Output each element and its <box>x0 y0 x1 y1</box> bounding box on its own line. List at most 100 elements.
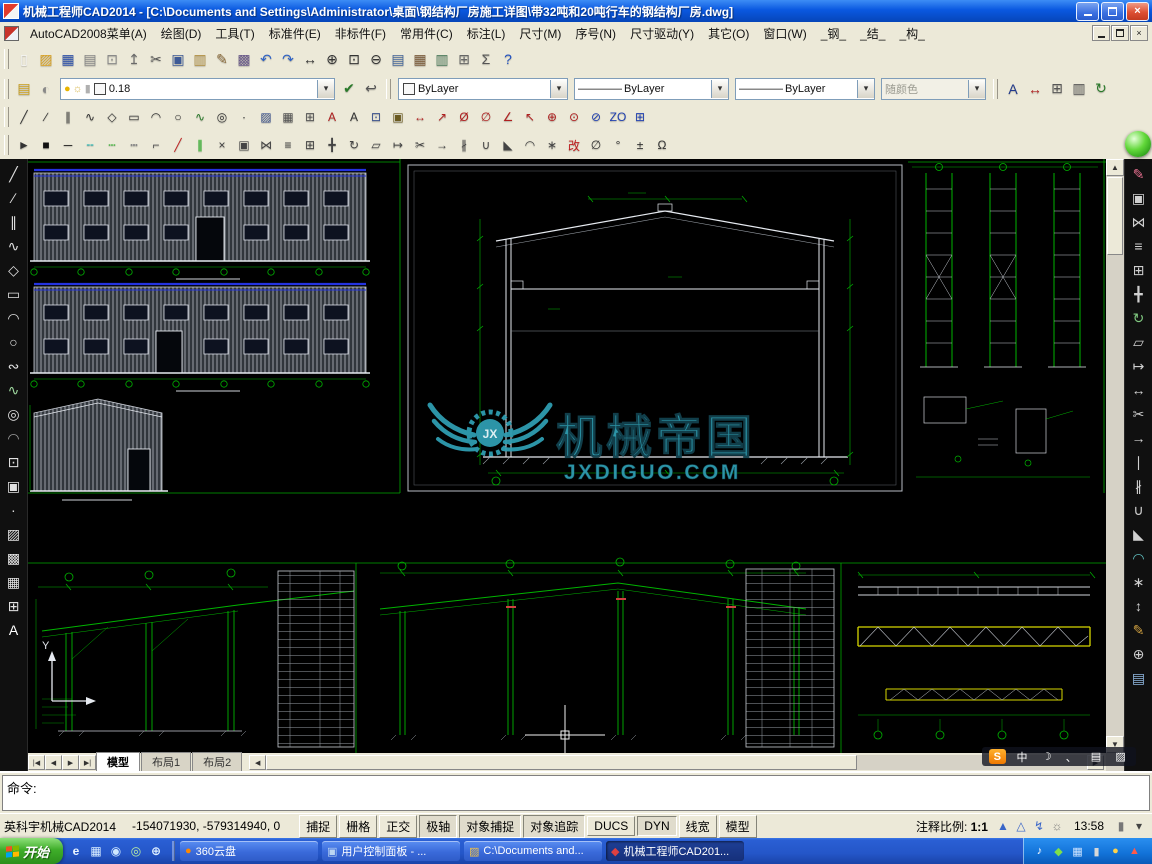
osnap-settings-icon[interactable]: ⊞ <box>629 106 651 128</box>
lineweight-combo[interactable]: ———— ByLayer ▾ <box>735 77 875 100</box>
tab-layout1[interactable]: 布局1 <box>141 752 192 771</box>
status-menu-icon[interactable]: ▾ <box>1130 817 1148 835</box>
circle-icon[interactable]: ○ <box>2 330 26 354</box>
pan-icon[interactable]: ↔ <box>299 48 321 70</box>
fillet-icon[interactable]: ◠ <box>1127 546 1151 570</box>
lengthen-icon[interactable]: ↔ <box>1127 378 1151 402</box>
chamfer-icon[interactable]: ◣ <box>497 134 519 156</box>
menu-serial[interactable]: 序号(N) <box>568 23 623 44</box>
chamfer-icon[interactable]: ◣ <box>1127 522 1151 546</box>
menu-common-parts[interactable]: 常用件(C) <box>393 23 460 44</box>
safety-icon[interactable]: ▲ <box>1127 844 1142 859</box>
properties-icon[interactable]: ▤ <box>387 48 409 70</box>
annotation-visibility-icon[interactable]: △ <box>1012 817 1030 835</box>
quickcalc-icon[interactable]: Σ <box>475 48 497 70</box>
spline-icon[interactable]: ∿ <box>2 378 26 402</box>
toolbar-grip[interactable] <box>4 107 9 127</box>
line-icon[interactable]: ╱ <box>2 162 26 186</box>
save-file-icon[interactable]: ▦ <box>57 48 79 70</box>
command-input[interactable]: 命令: <box>2 775 1150 811</box>
mdi-restore-button[interactable] <box>1111 25 1129 41</box>
trim-icon[interactable]: ✂ <box>409 134 431 156</box>
chevron-down-icon[interactable]: ▾ <box>857 79 874 98</box>
break-icon[interactable]: ∦ <box>1127 474 1151 498</box>
move-icon[interactable]: ╋ <box>1127 282 1151 306</box>
menu-nonstandard-parts[interactable]: 非标件(F) <box>328 23 393 44</box>
ellipse-icon[interactable]: ◎ <box>2 402 26 426</box>
rectangle-icon[interactable]: ▭ <box>123 106 145 128</box>
field-icon[interactable]: ▥ <box>1068 78 1090 100</box>
layer-unlock-icon[interactable]: ▮ <box>85 82 91 95</box>
chevron-down-icon[interactable]: ▾ <box>550 79 567 98</box>
chevron-down-icon[interactable]: ▾ <box>317 79 334 98</box>
lineweight-toggle[interactable]: 线宽 <box>678 814 717 838</box>
ie-icon[interactable]: e <box>67 842 85 860</box>
menu-dimension[interactable]: 尺寸(M) <box>512 23 568 44</box>
table-icon[interactable]: ⊞ <box>299 106 321 128</box>
dim-diameter-icon[interactable]: ∅ <box>475 106 497 128</box>
cut-icon[interactable]: ✂ <box>145 48 167 70</box>
sound-icon[interactable]: ♪ <box>1032 844 1047 859</box>
line-icon[interactable]: ╱ <box>13 106 35 128</box>
offset-icon[interactable]: ≡ <box>1127 234 1151 258</box>
region-icon[interactable]: ▦ <box>2 570 26 594</box>
document-icon[interactable] <box>4 25 19 41</box>
dim-radius-icon[interactable]: Ø <box>453 106 475 128</box>
extend-icon[interactable]: → <box>431 134 453 156</box>
close-button[interactable]: × <box>1126 1 1149 21</box>
model-toggle[interactable]: 模型 <box>718 814 757 838</box>
make-object-layer-current-icon[interactable]: ✔ <box>338 78 360 100</box>
rotate-icon[interactable]: ↻ <box>343 134 365 156</box>
minimize-button[interactable] <box>1076 1 1099 21</box>
ellipse-icon[interactable]: ◎ <box>211 106 233 128</box>
menu-autocad2008[interactable]: AutoCAD2008菜单(A) <box>23 23 154 44</box>
mirror-icon[interactable]: ⋈ <box>1127 210 1151 234</box>
move-icon[interactable]: ╋ <box>321 134 343 156</box>
float-assistant-ball[interactable] <box>1125 131 1151 157</box>
new-file-icon[interactable]: ▯ <box>13 48 35 70</box>
diameter-symbol-icon[interactable]: ∅ <box>585 134 607 156</box>
task-360cloud[interactable]: ● 360云盘 <box>180 841 319 861</box>
polar-toggle[interactable]: 极轴 <box>419 814 458 838</box>
ducs-toggle[interactable]: DUCS <box>587 816 636 836</box>
color-black-icon[interactable]: ■ <box>35 134 57 156</box>
toolbar-grip[interactable] <box>4 49 9 69</box>
media-player-icon[interactable]: ◉ <box>107 842 125 860</box>
polygon-icon[interactable]: ◇ <box>2 258 26 282</box>
usb-icon[interactable]: ▮ <box>1089 844 1104 859</box>
mdi-minimize-button[interactable] <box>1092 25 1110 41</box>
dim-angular-icon[interactable]: ∠ <box>497 106 519 128</box>
restore-button[interactable] <box>1101 1 1124 21</box>
plusminus-symbol-icon[interactable]: ± <box>629 134 651 156</box>
tab-next-button[interactable]: ▶ <box>62 755 79 770</box>
mirror-icon[interactable]: ⋈ <box>255 134 277 156</box>
select-icon[interactable]: ► <box>13 134 35 156</box>
match-properties-icon[interactable]: ✎ <box>1127 618 1151 642</box>
tab-first-button[interactable]: |◀ <box>28 755 45 770</box>
trim-icon[interactable]: ✂ <box>1127 402 1151 426</box>
menu-standard-parts[interactable]: 标准件(E) <box>262 23 328 44</box>
menu-others[interactable]: 其它(O) <box>701 23 756 44</box>
point-icon[interactable]: ∙ <box>2 498 26 522</box>
menu-tools[interactable]: 工具(T) <box>208 23 261 44</box>
dyn-toggle[interactable]: DYN <box>637 816 677 836</box>
degree-symbol-icon[interactable]: ° <box>607 134 629 156</box>
zoom-object-icon[interactable]: ZO <box>607 106 629 128</box>
task-user-panel[interactable]: ▣ 用户控制面板 - ... <box>322 841 461 861</box>
ellipse-arc-icon[interactable]: ◠ <box>2 426 26 450</box>
region-icon[interactable]: ▦ <box>277 106 299 128</box>
menu-gou[interactable]: _构_ <box>892 23 931 44</box>
annotation-scale[interactable]: 注释比例: 1:1 <box>916 818 988 835</box>
plot-preview-icon[interactable]: ⊡ <box>101 48 123 70</box>
circle-icon[interactable]: ○ <box>167 106 189 128</box>
spline-icon[interactable]: ∿ <box>189 106 211 128</box>
drawing-canvas[interactable]: Y JX 机械帝国 JXDIGUO.COM <box>28 159 1106 753</box>
vertical-scrollbar[interactable]: ▲ ▼ <box>1106 159 1124 753</box>
menu-annotate[interactable]: 标注(L) <box>460 23 513 44</box>
layer-filter-icon[interactable]: ◐ <box>35 78 57 100</box>
horizontal-scrollbar[interactable]: ◀ ▶ <box>249 755 1104 770</box>
menu-jie[interactable]: _结_ <box>853 23 892 44</box>
toolbar-grip[interactable] <box>386 78 391 99</box>
annotation-scale-value[interactable]: 1:1 <box>971 820 988 834</box>
make-block-icon[interactable]: ▣ <box>387 106 409 128</box>
